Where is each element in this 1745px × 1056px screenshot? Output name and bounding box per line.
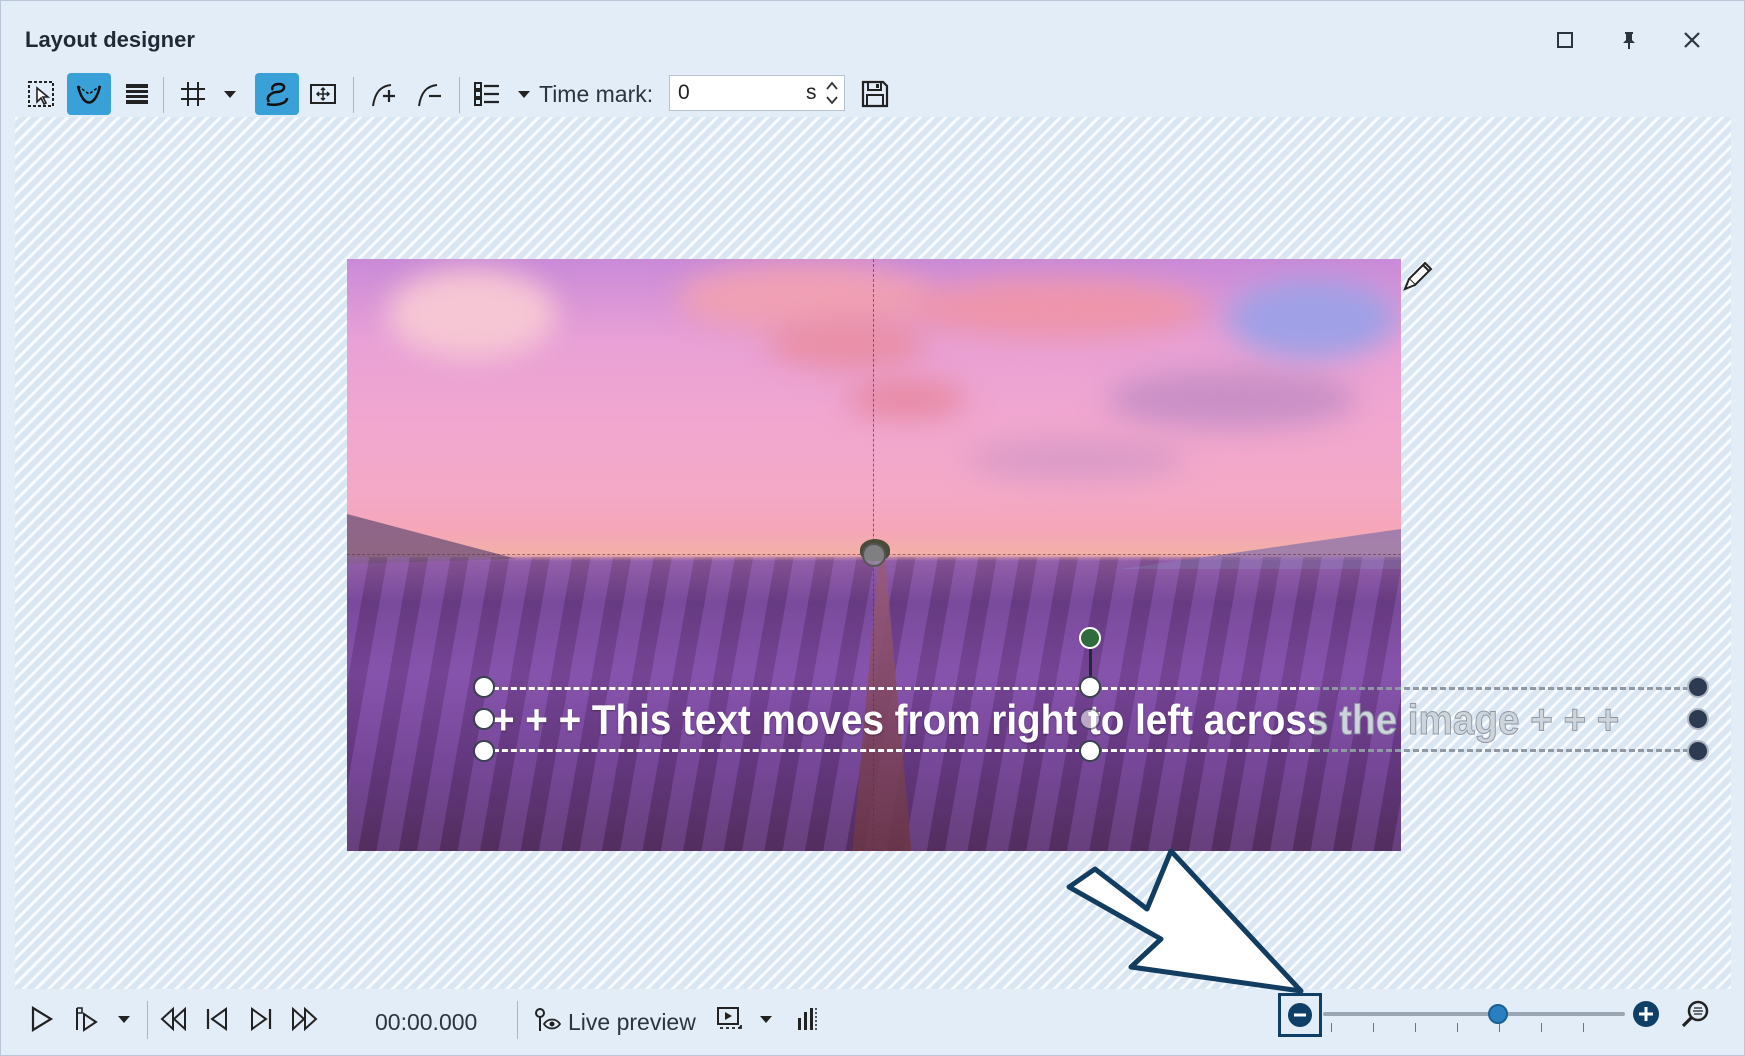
list-options-dropdown[interactable]: [511, 73, 537, 115]
window-title: Layout designer: [25, 27, 195, 52]
play-options-dropdown[interactable]: [111, 999, 137, 1039]
time-mark-label: Time mark:: [539, 81, 654, 107]
time-mark-value[interactable]: 0: [678, 81, 690, 105]
previous-frame-icon: [206, 1007, 227, 1031]
callout-arrow-icon: [1066, 848, 1304, 994]
resize-handle-bottom-left[interactable]: [473, 740, 495, 762]
pin-button[interactable]: [1612, 23, 1646, 57]
zoom-slider-ticks: [1331, 1023, 1621, 1033]
rewind-button[interactable]: [153, 999, 193, 1039]
close-icon: [1684, 32, 1700, 48]
live-preview-icon-button[interactable]: [529, 999, 565, 1039]
add-keyframe-button[interactable]: [361, 73, 405, 115]
add-keyframe-icon: [372, 84, 395, 107]
resize-handle-bottom-right[interactable]: [1687, 740, 1709, 762]
rotation-handle[interactable]: [1079, 627, 1101, 649]
brush-icon: [1403, 261, 1433, 291]
fast-forward-icon: [292, 1006, 318, 1032]
image-center-handle[interactable]: [862, 543, 886, 567]
scrolling-text[interactable]: + + + This text moves from right to left…: [492, 696, 1314, 744]
previous-frame-button[interactable]: [197, 999, 237, 1039]
dropdown-icon: [224, 91, 236, 98]
grid-options-dropdown[interactable]: [217, 73, 243, 115]
playback-separator: [517, 1001, 518, 1039]
close-button[interactable]: [1675, 23, 1709, 57]
audio-levels-icon: [798, 1008, 817, 1030]
camera-pan-icon: [310, 84, 336, 104]
preview-window-icon: [717, 1007, 742, 1029]
spin-arrows-icon[interactable]: [824, 78, 840, 108]
select-area-icon: [28, 81, 54, 107]
grid-icon: [181, 82, 205, 106]
resize-handle-top-center[interactable]: [1079, 676, 1101, 698]
resize-handle-middle-left[interactable]: [473, 708, 495, 730]
curve-edit-icon: [76, 85, 102, 104]
rewind-icon: [160, 1006, 186, 1032]
remove-keyframe-icon: [418, 84, 441, 107]
time-mark-unit: s: [806, 81, 817, 104]
preview-mode-button[interactable]: [709, 999, 749, 1039]
camera-pan-button[interactable]: [301, 73, 345, 115]
grid-button[interactable]: [171, 73, 215, 115]
resize-handle-middle-right[interactable]: [1687, 708, 1709, 730]
play-button[interactable]: [21, 999, 61, 1039]
resize-handle-bottom-center[interactable]: [1079, 740, 1101, 762]
select-area-button[interactable]: [19, 73, 63, 115]
audio-levels-button[interactable]: [789, 999, 825, 1039]
edit-brush-button[interactable]: [1401, 259, 1435, 293]
maximize-button[interactable]: [1548, 23, 1582, 57]
save-icon: [861, 80, 889, 108]
toolbar-separator: [163, 77, 164, 113]
toolbar: Time mark: 0 s: [19, 71, 1719, 117]
curve-edit-button[interactable]: [67, 73, 111, 115]
resize-handle-top-right[interactable]: [1687, 676, 1709, 698]
next-frame-button[interactable]: [241, 999, 281, 1039]
toolbar-separator: [459, 77, 460, 113]
dropdown-icon: [760, 1016, 772, 1023]
preview-mode-dropdown[interactable]: [753, 999, 779, 1039]
remove-keyframe-button[interactable]: [407, 73, 451, 115]
resize-handle-top-left[interactable]: [473, 676, 495, 698]
playback-separator: [147, 1001, 148, 1039]
next-frame-icon: [251, 1007, 272, 1031]
magnifier-icon: [1681, 1000, 1709, 1028]
maximize-icon: [1557, 32, 1573, 48]
zoom-out-icon: [1288, 1003, 1312, 1027]
zoom-out-button[interactable]: [1278, 993, 1322, 1037]
dropdown-icon: [518, 91, 530, 98]
anchor-handle-center[interactable]: [1079, 708, 1101, 730]
zoom-in-icon: [1639, 1007, 1653, 1021]
play-from-mark-icon: [76, 1007, 98, 1032]
layout-designer-window: Layout designer Time mark: 0 s + + + Thi…: [0, 0, 1745, 1056]
dropdown-icon: [118, 1016, 130, 1023]
save-button[interactable]: [853, 73, 897, 115]
zoom-in-button[interactable]: [1633, 1001, 1659, 1027]
zoom-slider[interactable]: [1323, 1012, 1625, 1016]
playback-time: 00:00.000: [375, 1009, 478, 1035]
layers-button[interactable]: [115, 73, 159, 115]
motion-path-icon: [266, 82, 289, 106]
list-button[interactable]: [465, 73, 509, 115]
pin-icon: [1623, 32, 1635, 49]
title-bar: Layout designer: [1, 1, 1744, 71]
play-icon: [31, 1006, 54, 1032]
text-visible-region: + + + This text moves from right to left…: [484, 687, 1314, 751]
fast-forward-button[interactable]: [285, 999, 325, 1039]
live-preview-label[interactable]: Live preview: [568, 1009, 696, 1036]
layers-icon: [126, 84, 148, 104]
time-mark-input[interactable]: 0 s: [669, 75, 845, 111]
live-preview-icon: [535, 1008, 562, 1031]
play-from-mark-button[interactable]: [67, 999, 107, 1039]
motion-path-button[interactable]: [255, 73, 299, 115]
zoom-fit-button[interactable]: [1679, 997, 1713, 1031]
list-icon: [474, 82, 499, 106]
toolbar-separator: [353, 77, 354, 113]
